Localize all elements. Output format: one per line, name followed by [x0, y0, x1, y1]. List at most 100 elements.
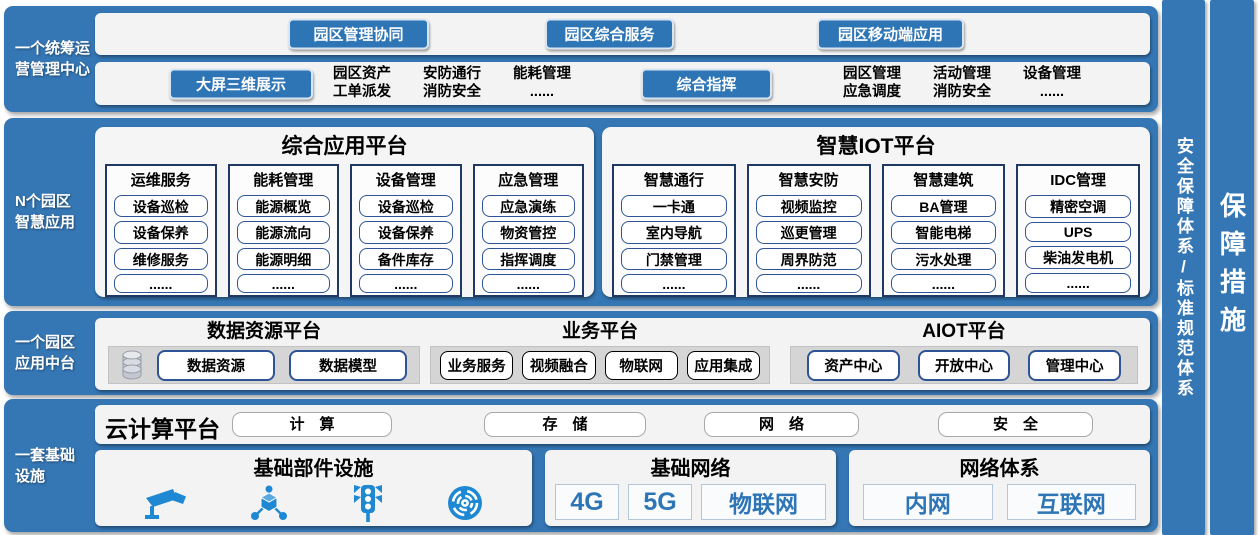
- column-header: 设备管理: [359, 169, 453, 190]
- module-pill: ......: [621, 274, 727, 293]
- module-pill: 应急演练: [482, 195, 576, 217]
- module-pill: 物资管控: [482, 221, 576, 243]
- network-box: 网 络: [704, 412, 859, 437]
- text-activity-mgmt: 活动管理 消防安全: [923, 65, 1001, 103]
- band-label-operations-center: 一个统筹运 营管理中心: [4, 6, 96, 112]
- network-system-panel: 网络体系 内网 互联网: [849, 450, 1150, 526]
- architecture-diagram: 一个统筹运 营管理中心 园区管理协同 园区综合服务 园区移动端应用 大屏三维展示…: [0, 0, 1258, 535]
- column-header: 能耗管理: [237, 169, 331, 190]
- text-device-mgmt: 设备管理 ......: [1013, 65, 1091, 103]
- network-boxes: 4G 5G 物联网: [545, 482, 836, 520]
- text-line: 消防安全: [923, 84, 1001, 103]
- park-services-chip: 园区综合服务: [545, 19, 674, 50]
- cctv-camera-icon: [143, 485, 189, 521]
- module-pill: ......: [891, 274, 997, 293]
- module-pill: ......: [482, 274, 576, 293]
- storage-box: 存 储: [484, 412, 646, 437]
- column-header: IDC管理: [1025, 169, 1131, 190]
- column-header: 智慧建筑: [891, 169, 997, 190]
- module-pill: 备件库存: [359, 248, 453, 270]
- network-node-icon: [249, 485, 289, 521]
- band-operations-center: 一个统筹运 营管理中心 园区管理协同 园区综合服务 园区移动端应用 大屏三维展示…: [4, 6, 1158, 112]
- band-label-middle-platform: 一个园区 应用中台: [4, 311, 96, 395]
- module-pill: 设备保养: [359, 221, 453, 243]
- column-smart-access: 智慧通行 一卡通 室内导航 门禁管理 ......: [612, 164, 736, 297]
- module-pill: ......: [237, 274, 331, 293]
- module-pill: 室内导航: [621, 221, 727, 243]
- database-icon: [121, 350, 143, 380]
- module-pill: 设备巡检: [114, 195, 208, 217]
- column-idc-mgmt: IDC管理 精密空调 UPS 柴油发电机 ......: [1016, 164, 1140, 297]
- module-pill: 能源概览: [237, 195, 331, 217]
- module-pill: 巡更管理: [756, 221, 862, 243]
- operations-row-apps: 园区管理协同 园区综合服务 园区移动端应用: [95, 13, 1150, 55]
- platform-title: 智慧IOT平台: [612, 130, 1140, 160]
- text-security-access: 安防通行 消防安全: [413, 65, 491, 103]
- module-pill: 污水处理: [891, 248, 997, 270]
- integrated-command-chip: 综合指挥: [641, 68, 772, 99]
- column-header: 运维服务: [114, 169, 208, 190]
- column-smart-security: 智慧安防 视频监控 巡更管理 周界防范 ......: [747, 164, 871, 297]
- safeguard-measures-bar: 保障措施: [1210, 0, 1254, 535]
- group-title: 数据资源平台: [108, 320, 420, 344]
- aiot-platform-tray: 资产中心 开放中心 管理中心: [790, 346, 1138, 384]
- module-pill: 能源明细: [237, 248, 331, 270]
- panel-title: 基础部件设施: [95, 452, 532, 481]
- band-label-line: N个园区: [15, 191, 96, 212]
- module-pill: 设备保养: [114, 221, 208, 243]
- network-iot-box: 物联网: [701, 484, 826, 520]
- module-pill: 设备巡检: [359, 195, 453, 217]
- column-header: 智慧安防: [756, 169, 862, 190]
- data-resource-tag: 数据资源: [157, 350, 275, 381]
- text-line: 园区资产: [323, 65, 401, 84]
- column-smart-building: 智慧建筑 BA管理 智能电梯 污水处理 ......: [882, 164, 1006, 297]
- security-standards-bar: 安全保障体系/标准规范体系: [1162, 0, 1205, 535]
- platform-columns: 智慧通行 一卡通 室内导航 门禁管理 ...... 智慧安防 视频监控 巡更管理…: [612, 164, 1140, 297]
- module-pill: 周界防范: [756, 248, 862, 270]
- band-label-smart-applications: N个园区 智慧应用: [4, 118, 96, 306]
- module-pill: 维修服务: [114, 248, 208, 270]
- band-label-line: 一个园区: [15, 332, 96, 353]
- smart-iot-platform: 智慧IOT平台 智慧通行 一卡通 室内导航 门禁管理 ...... 智慧安防 视…: [602, 127, 1150, 297]
- band-smart-applications: N个园区 智慧应用 综合应用平台 运维服务 设备巡检 设备保养 维修服务 ...…: [4, 118, 1158, 306]
- column-energy-mgmt: 能耗管理 能源概览 能源流向 能源明细 ......: [228, 164, 340, 297]
- component-icons: [95, 482, 532, 522]
- asset-center-tag: 资产中心: [807, 350, 900, 381]
- module-pill: UPS: [1025, 222, 1131, 242]
- band-label-line: 设施: [15, 466, 96, 487]
- network-4g-box: 4G: [555, 484, 619, 520]
- module-pill: ......: [359, 274, 453, 293]
- park-mobile-app-chip: 园区移动端应用: [817, 19, 964, 50]
- data-resource-platform: 数据资源平台 数据资源 数据模型: [108, 320, 420, 384]
- compute-box: 计 算: [232, 412, 392, 437]
- basic-network-panel: 基础网络 4G 5G 物联网: [545, 450, 836, 526]
- intranet-box: 内网: [863, 484, 993, 520]
- text-line: ......: [503, 84, 581, 103]
- text-line: ......: [1013, 84, 1091, 103]
- module-pill: 一卡通: [621, 195, 727, 217]
- module-pill: 能源流向: [237, 221, 331, 243]
- security-box: 安 全: [938, 412, 1093, 437]
- band-label-infrastructure: 一套基础 设施: [4, 399, 96, 532]
- module-pill: ......: [1025, 273, 1131, 293]
- group-title: 业务平台: [430, 320, 770, 344]
- radar-icon: [446, 484, 484, 522]
- module-pill: ......: [114, 274, 208, 293]
- band-label-line: 营管理中心: [15, 59, 96, 80]
- panel-title: 基础网络: [545, 452, 836, 481]
- network-system-boxes: 内网 互联网: [849, 482, 1150, 520]
- open-center-tag: 开放中心: [918, 350, 1011, 381]
- panel-title: 网络体系: [849, 452, 1150, 481]
- text-energy-mgmt: 能耗管理 ......: [503, 65, 581, 103]
- middle-platform-panel: 数据资源平台 数据资源 数据模型 业务平台: [95, 318, 1150, 390]
- platform-columns: 运维服务 设备巡检 设备保养 维修服务 ...... 能耗管理 能源概览 能源流…: [105, 164, 584, 297]
- module-pill: 视频监控: [756, 195, 862, 217]
- module-pill: BA管理: [891, 195, 997, 217]
- module-pill: ......: [756, 274, 862, 293]
- business-service-tag: 业务服务: [440, 351, 513, 380]
- band-label-line: 智慧应用: [15, 212, 96, 233]
- data-model-tag: 数据模型: [289, 350, 407, 381]
- traffic-light-icon: [350, 484, 386, 522]
- text-line: 园区管理: [833, 65, 911, 84]
- network-5g-box: 5G: [628, 484, 692, 520]
